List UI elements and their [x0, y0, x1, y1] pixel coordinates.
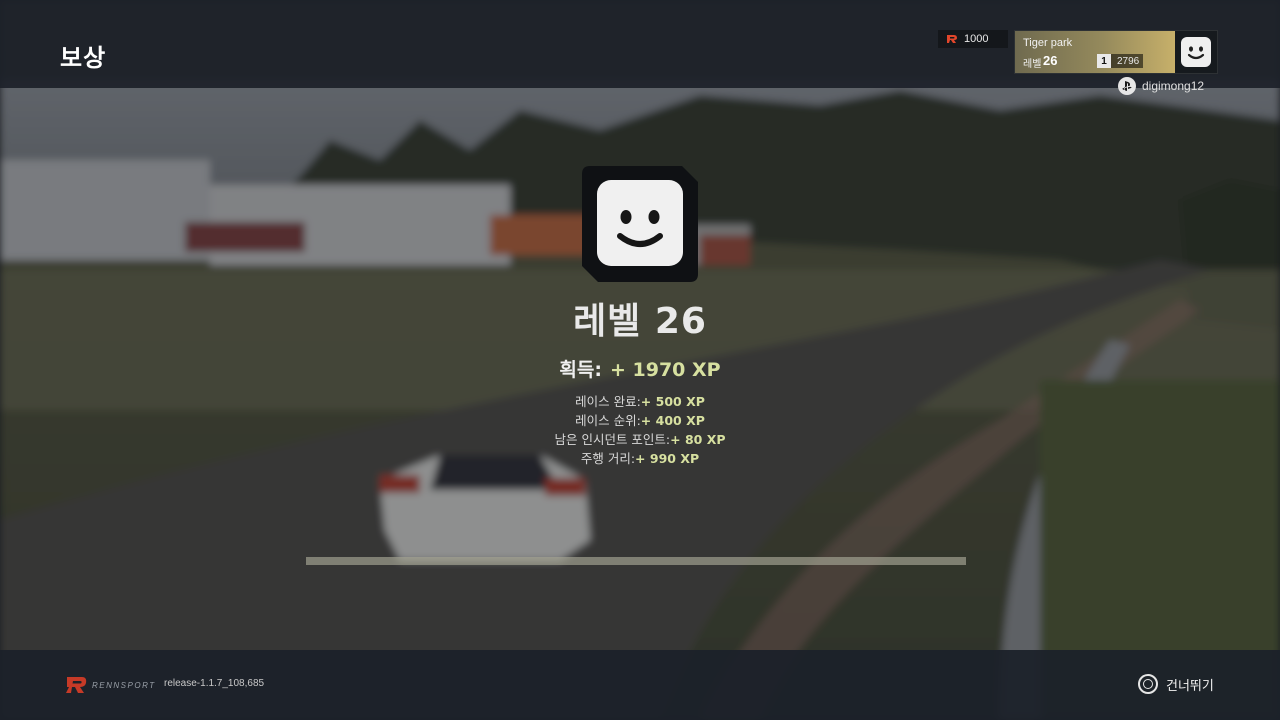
xp-gain-label: 획득: — [559, 359, 602, 381]
page-title: 보상 — [60, 44, 107, 72]
xp-item-label: 레이스 완료: — [575, 394, 641, 409]
rank-icon: 1 — [1097, 54, 1111, 68]
rennsport-logo: RENNSPORT — [64, 675, 156, 695]
profile-card[interactable]: Tiger park 레벨 26 1 2796 — [1014, 30, 1218, 74]
profile-level-value: 26 — [1043, 53, 1058, 68]
xp-item-value: + 990 XP — [635, 451, 700, 466]
xp-breakdown-item: 남은 인시던트 포인트:+ 80 XP — [0, 430, 1280, 449]
xp-gain-value: + 1970 XP — [609, 359, 721, 381]
rank-badge: 1 2796 — [1097, 54, 1143, 68]
smiley-avatar-icon — [1181, 37, 1211, 67]
version-label: release-1.1.7_108,685 — [164, 678, 265, 689]
profile-level-label: 레벨 — [1023, 59, 1042, 70]
circle-button-icon — [1138, 674, 1158, 694]
xp-progress-fill — [306, 557, 966, 565]
psn-username: digimong12 — [1142, 79, 1205, 93]
skip-label: 건너뛰기 — [1166, 678, 1214, 694]
xp-item-label: 레이스 순위: — [575, 413, 641, 428]
level-title: 레벨 26 — [573, 301, 707, 342]
xp-gain-row: 획득: + 1970 XP — [0, 355, 1280, 382]
logo-text: RENNSPORT — [92, 680, 156, 690]
psn-user: digimong12 — [1118, 77, 1204, 95]
skip-button[interactable]: 건너뛰기 — [1138, 674, 1214, 694]
xp-breakdown-item: 레이스 완료:+ 500 XP — [0, 392, 1280, 411]
xp-item-value: + 500 XP — [640, 394, 705, 409]
rennsport-r-icon — [947, 35, 957, 43]
xp-breakdown-item: 주행 거리:+ 990 XP — [0, 449, 1280, 468]
xp-item-value: + 400 XP — [640, 413, 705, 428]
xp-progress-bar — [306, 557, 966, 565]
rank-value: 2796 — [1117, 55, 1140, 67]
currency-display: 1000 — [938, 30, 1008, 48]
xp-item-value: + 80 XP — [670, 432, 726, 447]
xp-item-label: 남은 인시던트 포인트: — [554, 432, 671, 447]
xp-breakdown: 레이스 완료:+ 500 XP 레이스 순위:+ 400 XP 남은 인시던트 … — [0, 392, 1280, 468]
xp-breakdown-item: 레이스 순위:+ 400 XP — [0, 411, 1280, 430]
profile-name: Tiger park — [1023, 37, 1073, 49]
xp-item-label: 주행 거리: — [580, 451, 636, 466]
rennsport-r-icon — [66, 677, 87, 693]
smiley-avatar-icon — [582, 166, 698, 282]
playstation-icon — [1118, 77, 1136, 95]
currency-value: 1000 — [964, 33, 989, 45]
